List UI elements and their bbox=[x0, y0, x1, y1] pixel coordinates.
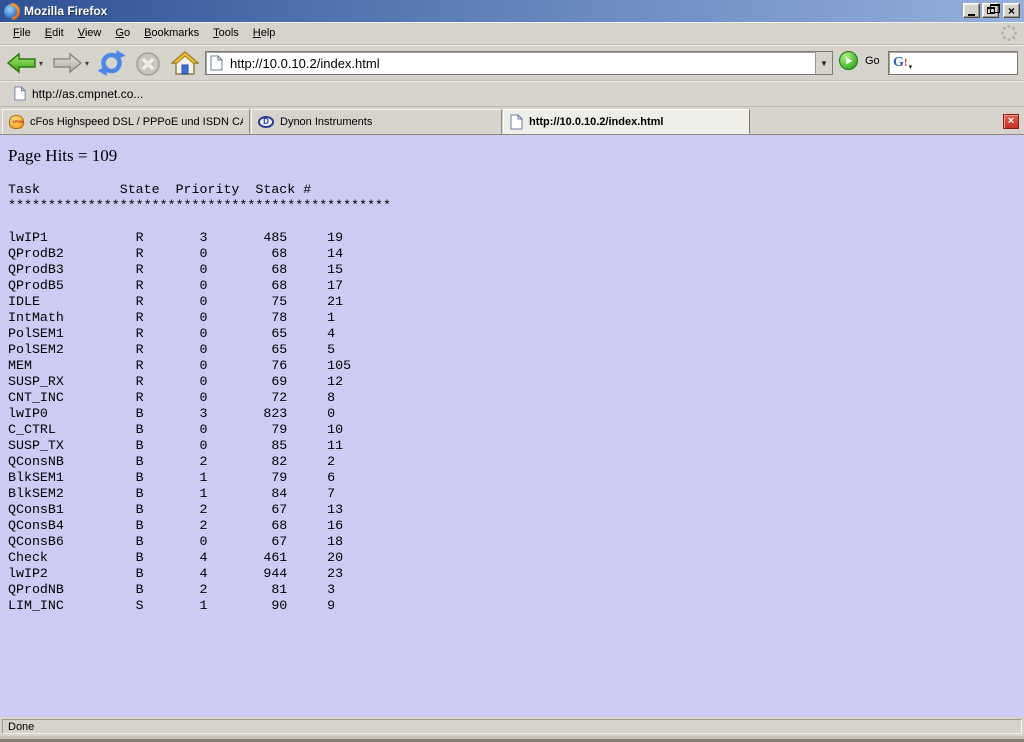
reload-button[interactable] bbox=[97, 49, 126, 77]
home-button[interactable] bbox=[171, 50, 199, 76]
back-button[interactable] bbox=[6, 52, 37, 74]
close-tab-icon: × bbox=[1008, 115, 1014, 127]
close-icon: × bbox=[1008, 5, 1015, 17]
page-icon bbox=[14, 86, 26, 101]
page-icon bbox=[510, 114, 523, 130]
cfos-icon bbox=[9, 115, 24, 129]
bookmarks-toolbar: http://as.cmpnet.co... bbox=[0, 81, 1024, 107]
window-title: Mozilla Firefox bbox=[24, 4, 107, 18]
bookmark-item[interactable]: http://as.cmpnet.co... bbox=[10, 84, 147, 103]
firefox-logo-icon bbox=[4, 4, 19, 19]
menu-view[interactable]: View bbox=[71, 24, 109, 42]
menu-tools[interactable]: Tools bbox=[206, 24, 246, 42]
tab-cfos[interactable]: cFos Highspeed DSL / PPPoE und ISDN CAP.… bbox=[2, 109, 250, 134]
minimize-icon bbox=[968, 14, 975, 16]
stop-button[interactable] bbox=[135, 51, 161, 77]
forward-arrow-icon bbox=[52, 52, 83, 74]
window-bottom-border bbox=[0, 736, 1024, 742]
url-dropdown-button[interactable]: ▼ bbox=[815, 52, 832, 74]
page-icon bbox=[210, 55, 223, 71]
title-bar: Mozilla Firefox × bbox=[0, 0, 1024, 22]
menu-bookmarks[interactable]: Bookmarks bbox=[137, 24, 206, 42]
back-dropdown-icon[interactable]: ▾ bbox=[39, 59, 43, 68]
throbber-icon bbox=[1000, 24, 1018, 42]
tab-dynon[interactable]: D Dynon Instruments bbox=[251, 109, 502, 134]
status-text: Done bbox=[8, 721, 34, 733]
menu-edit[interactable]: Edit bbox=[38, 24, 71, 42]
tab-label: Dynon Instruments bbox=[280, 116, 372, 128]
search-input[interactable] bbox=[912, 56, 1024, 70]
tab-label: http://10.0.10.2/index.html bbox=[529, 116, 663, 128]
tab-bar: cFos Highspeed DSL / PPPoE und ISDN CAP.… bbox=[0, 107, 1024, 135]
go-button-label[interactable]: Go bbox=[865, 55, 880, 67]
tab-active-index-page[interactable]: http://10.0.10.2/index.html bbox=[503, 109, 750, 134]
navigation-toolbar: ▾ ▾ ▼ bbox=[0, 45, 1024, 81]
page-hits-text: Page Hits = 109 bbox=[8, 146, 117, 166]
tab-label: cFos Highspeed DSL / PPPoE und ISDN CAP.… bbox=[30, 116, 243, 128]
status-bar: Done bbox=[0, 717, 1024, 736]
forward-dropdown-icon[interactable]: ▾ bbox=[85, 59, 89, 68]
go-button[interactable]: ▶ bbox=[839, 51, 858, 70]
url-dropdown-icon: ▼ bbox=[820, 59, 828, 68]
restore-icon bbox=[987, 7, 995, 14]
back-arrow-icon bbox=[6, 52, 37, 74]
menu-go[interactable]: Go bbox=[108, 24, 137, 42]
google-search-icon: G! bbox=[893, 56, 908, 70]
stop-icon bbox=[135, 51, 161, 77]
menu-file[interactable]: File bbox=[6, 24, 38, 42]
bookmark-label: http://as.cmpnet.co... bbox=[32, 87, 143, 101]
browser-content-area: Page Hits = 109 Task State Priority Stac… bbox=[0, 135, 1024, 717]
menu-bar: File Edit View Go Bookmarks Tools Help bbox=[0, 22, 1024, 45]
search-box: G! ▾ bbox=[888, 51, 1018, 75]
go-arrow-icon: ▶ bbox=[846, 56, 852, 65]
home-icon bbox=[171, 50, 199, 76]
reload-icon bbox=[97, 49, 126, 77]
close-button[interactable]: × bbox=[1003, 3, 1020, 18]
minimize-button[interactable] bbox=[963, 3, 980, 18]
task-table: Task State Priority Stack # ************… bbox=[8, 182, 391, 614]
url-bar: ▼ bbox=[205, 51, 833, 75]
restore-button[interactable] bbox=[982, 3, 999, 18]
menu-help[interactable]: Help bbox=[246, 24, 283, 42]
close-tab-button[interactable]: × bbox=[1003, 114, 1019, 129]
dynon-icon: D bbox=[258, 116, 274, 128]
url-input[interactable] bbox=[230, 56, 815, 71]
forward-button[interactable] bbox=[52, 52, 83, 74]
